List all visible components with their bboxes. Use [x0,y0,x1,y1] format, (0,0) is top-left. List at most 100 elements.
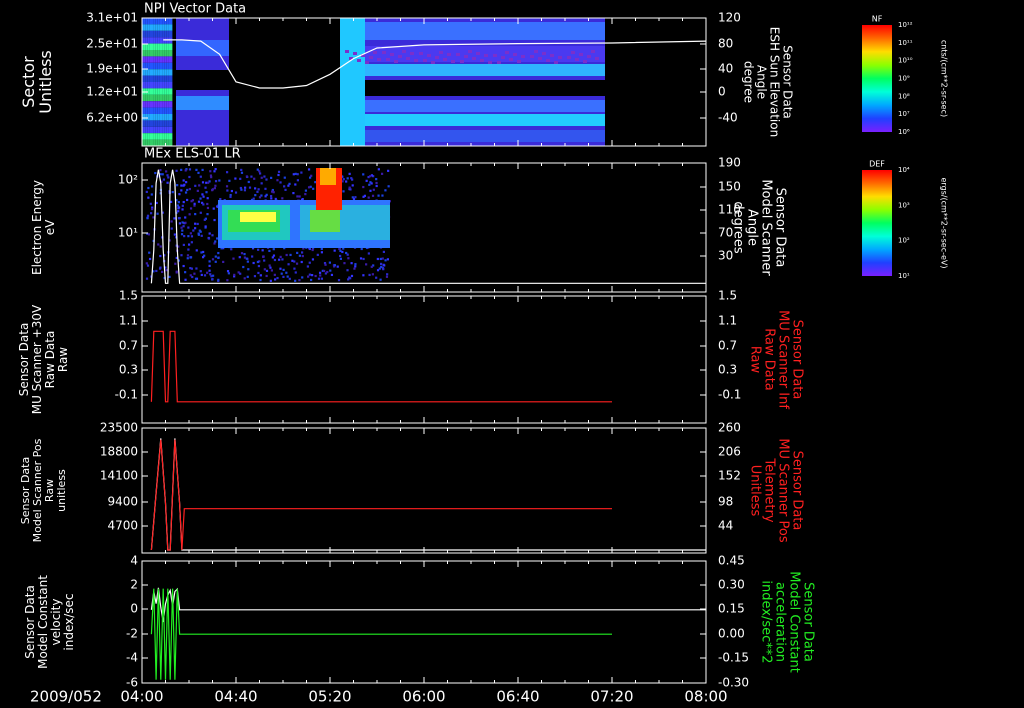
heatmap-speck [304,193,307,196]
heatmap-cell [161,18,163,25]
heatmap-cell [149,50,152,57]
y-axis-title: MU Scanner +30V [30,304,44,414]
heatmap-speck [198,229,201,232]
heatmap-speck [301,254,304,258]
y2-axis-title: Angle [755,65,769,99]
heatmap-speck [394,60,398,63]
heatmap-speck [329,269,332,272]
y-axis-title: Sensor Data [17,323,31,397]
heatmap-speck [546,59,550,62]
heatmap-cell [168,139,171,146]
heatmap-speck [193,272,196,275]
heatmap-speck [181,204,184,207]
heatmap-speck [285,271,288,274]
heatmap-speck [262,255,265,258]
heatmap-speck [362,274,365,277]
heatmap-cell [157,56,160,63]
heatmap-speck [208,260,211,263]
colorbar-label: NF [872,15,883,24]
heatmap-cell [159,94,161,102]
heatmap-cell [159,18,161,25]
heatmap-cell [164,120,167,127]
heatmap-cell [161,43,163,50]
heatmap-speck [183,234,186,238]
heatmap-cell [155,37,158,44]
y2-tick-label: 0.30 [718,578,745,592]
heatmap-cell [153,18,156,25]
heatmap-speck [276,179,279,182]
heatmap-speck [200,273,203,277]
heatmap-cell [143,75,146,82]
heatmap-speck [319,274,322,277]
heatmap-speck [318,271,322,274]
y2-tick-label: -0.15 [718,651,749,665]
heatmap-cell [166,75,169,82]
heatmap-speck [326,271,329,274]
heatmap-speck [350,274,354,278]
heatmap-cell [166,50,169,57]
heatmap-cell [164,30,167,38]
heatmap-cell [155,24,158,31]
heatmap-speck [414,59,418,62]
heatmap-cell [155,139,158,146]
heatmap-cell [170,114,173,121]
colorbar-tick-label: 10¹ [898,272,910,280]
heatmap-speck [330,273,334,277]
heatmap-speck [296,173,299,176]
y2-axis-title: ESH Sun Elevation [768,27,782,137]
heatmap-speck [281,258,284,261]
time-tick-label: 06:00 [402,688,445,706]
heatmap-speck [263,259,266,262]
y-tick-label: 18800 [100,445,138,459]
y2-tick-label: 1.1 [718,314,737,328]
heatmap-speck [178,222,182,225]
heatmap-speck [247,180,250,184]
heatmap-speck [193,202,196,205]
heatmap-speck [530,55,534,58]
heatmap-cell [157,30,160,38]
heatmap-cell [164,114,167,121]
heatmap-cell [168,69,171,76]
heatmap-cell [143,43,146,50]
heatmap-cell [149,82,152,89]
heatmap-speck [279,181,282,184]
heatmap-speck [184,271,187,274]
heatmap-speck [277,173,280,177]
heatmap-speck [277,170,281,173]
y-tick-label: 0.7 [119,339,138,353]
heatmap-cell [143,50,146,57]
heatmap-speck [307,168,311,171]
y2-axis-title: Sensor Data [773,188,788,268]
heatmap-speck [212,274,215,277]
time-tick-label: 06:40 [496,688,539,706]
heatmap-cell [149,18,152,25]
y-tick-label: -2 [126,627,138,641]
time-tick-label: 07:20 [590,688,633,706]
heatmap-speck [187,248,190,251]
heatmap-cell [153,107,156,114]
colorbar-label: DEF [869,160,885,169]
y-axis-title: velocity [49,599,63,646]
heatmap-speck [197,232,200,235]
y2-axis-title: degree [742,61,756,103]
heatmap-cell [168,94,171,102]
panel-frame [141,295,707,424]
heatmap-speck [273,258,277,262]
heatmap-cell [161,75,163,82]
heatmap-speck [254,194,257,197]
heatmap-speck [357,59,361,62]
heatmap-cell [168,101,171,108]
heatmap-speck [294,271,297,274]
time-tick-label: 04:00 [120,688,163,706]
time-tick-label: 05:20 [308,688,351,706]
heatmap-speck [257,188,260,191]
heatmap-speck [294,172,297,175]
heatmap-cell [151,62,154,70]
heatmap-speck [256,190,259,193]
heatmap-cell [155,69,158,76]
heatmap-speck [451,60,455,63]
heatmap-speck [287,263,290,266]
heatmap-speck [550,54,554,57]
heatmap-speck [365,61,369,64]
heatmap-cell [153,50,156,57]
